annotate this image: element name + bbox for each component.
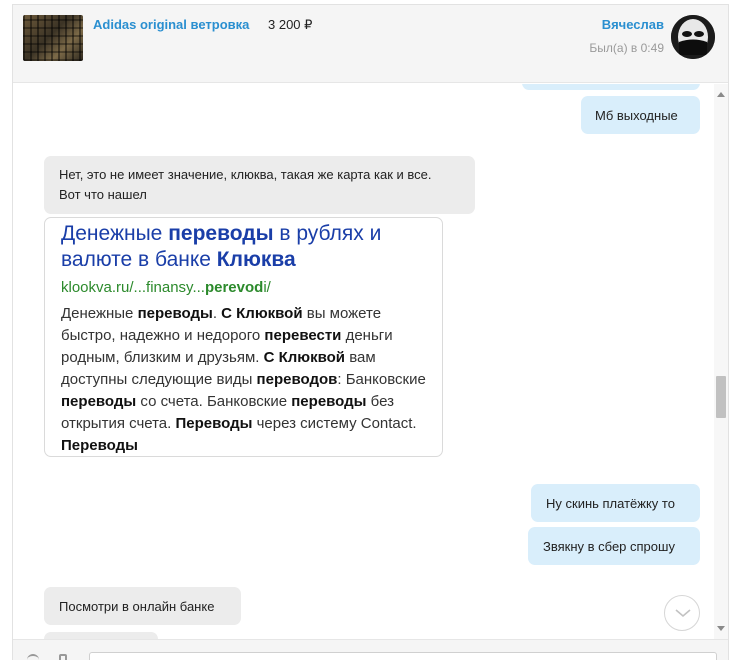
title-text-bold: Клюква xyxy=(216,248,296,271)
avatar[interactable] xyxy=(671,15,715,59)
user-last-seen: Был(а) в 0:49 xyxy=(589,41,664,55)
product-title-link[interactable]: Adidas original ветровка xyxy=(93,17,249,32)
product-price: 3 200 ₽ xyxy=(268,17,313,32)
message-text: Посмотри в онлайн банке xyxy=(59,599,215,614)
chat-window: Adidas original ветровка 3 200 ₽ Вячесла… xyxy=(12,4,729,660)
message-list: Мб выходные Нет, это не имеет значение, … xyxy=(13,84,712,639)
attach-icon[interactable] xyxy=(27,654,39,660)
snippet-text-bold: С Клюквой xyxy=(221,305,303,322)
message-input-bar xyxy=(13,639,728,660)
message-text: Ну скинь платёжку то xyxy=(546,496,675,511)
message-bubble-out: Мб выходные xyxy=(581,96,700,134)
message-bubble-in-cut xyxy=(44,632,158,639)
message-bubble-in: Посмотри в онлайн банке xyxy=(44,587,241,625)
title-text-bold: переводы xyxy=(168,222,274,245)
snippet-text: со счета. Банковские xyxy=(136,393,292,410)
url-text: klookva.ru/...finansy... xyxy=(61,279,205,296)
url-text: i/ xyxy=(263,279,271,296)
link-preview-url[interactable]: klookva.ru/...finansy...perevodi/ xyxy=(61,279,426,297)
snippet-text: . xyxy=(212,305,222,322)
scroll-down-arrow-icon[interactable] xyxy=(717,626,725,631)
snippet-text-bold: переводы xyxy=(61,393,137,410)
snippet-text-bold: перевести xyxy=(264,327,342,344)
link-preview-snippet: Денежные переводы. С Клюквой вы можете б… xyxy=(61,303,426,456)
url-text-bold: perevod xyxy=(204,279,264,296)
message-bubble-cut xyxy=(522,84,700,90)
message-text-line: Вот что нашел xyxy=(59,187,147,202)
snippet-text: Денежные xyxy=(61,305,138,322)
user-name-link[interactable]: Вячеслав xyxy=(602,17,664,32)
scroll-to-bottom-button[interactable] xyxy=(664,595,700,631)
message-text: Мб выходные xyxy=(595,108,678,123)
message-text-line: Нет, это не имеет значение, клюква, така… xyxy=(59,167,432,182)
message-bubble-in: Нет, это не имеет значение, клюква, така… xyxy=(44,156,475,214)
message-input[interactable] xyxy=(89,652,717,660)
title-text: Денежные xyxy=(61,222,169,245)
chat-header: Adidas original ветровка 3 200 ₽ Вячесла… xyxy=(13,5,728,83)
link-preview-card[interactable]: Денежные переводы в рублях и валюте в ба… xyxy=(44,217,443,457)
link-preview-title[interactable]: Денежные переводы в рублях и валюте в ба… xyxy=(61,221,426,273)
message-bubble-out: Ну скинь платёжку то xyxy=(531,484,700,522)
snippet-text-bold: переводов xyxy=(256,371,338,388)
message-text: Звякну в сбер спрошу xyxy=(543,539,675,554)
snippet-text-bold: переводы xyxy=(291,393,367,410)
photo-icon[interactable] xyxy=(59,654,67,660)
scroll-up-arrow-icon[interactable] xyxy=(717,92,725,97)
chevron-down-icon xyxy=(675,609,691,618)
avatar-mask-image xyxy=(671,15,715,59)
scrollbar[interactable] xyxy=(714,84,728,639)
snippet-text: через систему Contact. xyxy=(252,415,417,432)
product-thumbnail[interactable] xyxy=(23,15,83,61)
snippet-text-bold: Переводы xyxy=(175,415,253,432)
snippet-text: : Банковские xyxy=(337,371,426,388)
snippet-text-bold: Переводы xyxy=(61,437,138,454)
message-bubble-out: Звякну в сбер спрошу xyxy=(528,527,700,565)
snippet-text-bold: переводы xyxy=(137,305,213,322)
scrollbar-thumb[interactable] xyxy=(716,376,726,418)
snippet-text-bold: С Клюквой xyxy=(263,349,346,366)
